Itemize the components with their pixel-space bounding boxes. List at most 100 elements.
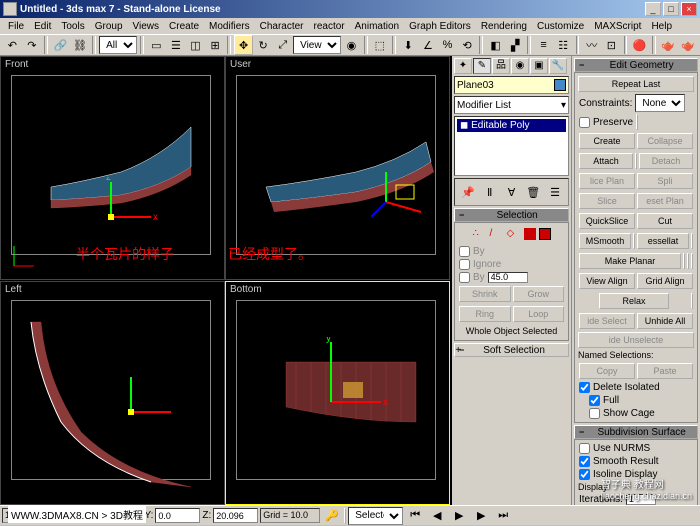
tab-create-icon[interactable]: ✦ bbox=[454, 58, 472, 74]
menu-character[interactable]: Character bbox=[256, 21, 308, 32]
menu-help[interactable]: Help bbox=[647, 21, 676, 32]
ignore-backfacing-check[interactable] bbox=[459, 259, 470, 270]
viewport-front[interactable]: Front x z 半个瓦片的样子 bbox=[0, 56, 225, 280]
make-planar-button[interactable]: Make Planar bbox=[579, 253, 681, 269]
render-scene-icon[interactable]: 🫖 bbox=[659, 35, 678, 55]
cut-button[interactable]: Cut bbox=[637, 213, 693, 229]
rotate-icon[interactable]: ↻ bbox=[254, 35, 273, 55]
constraints-dropdown[interactable]: None bbox=[635, 94, 685, 112]
next-frame-icon[interactable]: ▶ bbox=[471, 506, 491, 526]
play-icon[interactable]: ▶ bbox=[449, 506, 469, 526]
goto-start-icon[interactable]: ⏮ bbox=[405, 506, 425, 526]
show-cage-check[interactable] bbox=[589, 408, 600, 419]
pin-stack-icon[interactable]: 📌 bbox=[458, 182, 478, 202]
menu-edit[interactable]: Edit bbox=[30, 21, 55, 32]
collapse-button[interactable]: Collapse bbox=[637, 133, 693, 149]
remove-mod-icon[interactable]: 🗑 bbox=[523, 182, 543, 202]
full-check[interactable] bbox=[589, 395, 600, 406]
prev-frame-icon[interactable]: ◀ bbox=[427, 506, 447, 526]
undo-icon[interactable]: ↶ bbox=[3, 35, 22, 55]
view-align-button[interactable]: View Align bbox=[579, 273, 635, 289]
y-coord-input[interactable] bbox=[155, 508, 200, 523]
link-icon[interactable]: 🔗 bbox=[51, 35, 70, 55]
rollout-edit-geometry[interactable]: Edit Geometry bbox=[574, 58, 698, 72]
viewport-bottom[interactable]: Bottom x y bbox=[225, 281, 450, 505]
repeat-last-button[interactable]: Repeat Last bbox=[578, 76, 694, 92]
manipulate-icon[interactable]: ⬚ bbox=[371, 35, 390, 55]
vertex-icon[interactable]: ∴ bbox=[473, 228, 487, 242]
element-icon[interactable] bbox=[539, 228, 551, 240]
configure-icon[interactable]: ☰ bbox=[545, 182, 565, 202]
tab-motion-icon[interactable]: ◉ bbox=[511, 58, 529, 74]
border-icon[interactable]: ◇ bbox=[507, 228, 521, 242]
center-icon[interactable]: ◉ bbox=[342, 35, 361, 55]
hide-unselected-button[interactable]: ide Unselecte bbox=[578, 332, 694, 348]
split-button[interactable]: Spli bbox=[637, 173, 693, 189]
angle-snap-icon[interactable]: ∠ bbox=[419, 35, 438, 55]
rollout-selection[interactable]: Selection bbox=[454, 208, 569, 222]
quickslice-button[interactable]: QuickSlice bbox=[579, 213, 635, 229]
menu-animation[interactable]: Animation bbox=[351, 21, 403, 32]
copy-button[interactable]: Copy bbox=[579, 363, 635, 379]
curve-editor-icon[interactable]: 〰 bbox=[582, 35, 601, 55]
planar-z[interactable]: Z bbox=[691, 253, 693, 269]
named-sel-icon[interactable]: ◧ bbox=[486, 35, 505, 55]
tab-utilities-icon[interactable]: 🔧 bbox=[549, 58, 567, 74]
create-button[interactable]: Create bbox=[579, 133, 635, 149]
msmooth-button[interactable]: MSmooth bbox=[579, 233, 631, 249]
detach-button[interactable]: Detach bbox=[639, 153, 693, 169]
menu-tools[interactable]: Tools bbox=[57, 21, 88, 32]
delete-isolated-check[interactable] bbox=[579, 382, 590, 393]
grid-align-button[interactable]: Grid Align bbox=[637, 273, 693, 289]
loop-button[interactable]: Loop bbox=[513, 306, 565, 322]
make-unique-icon[interactable]: ∀ bbox=[502, 182, 522, 202]
rollout-soft-selection[interactable]: +Soft Selection bbox=[454, 343, 569, 357]
select-name-icon[interactable]: ☰ bbox=[167, 35, 186, 55]
rollout-subdiv[interactable]: Subdivision Surface bbox=[574, 425, 698, 439]
slice-button[interactable]: Slice bbox=[579, 193, 635, 209]
menu-grapheditors[interactable]: Graph Editors bbox=[405, 21, 475, 32]
select-region-icon[interactable]: ◫ bbox=[186, 35, 205, 55]
smooth-result-check[interactable] bbox=[579, 456, 590, 467]
menu-modifiers[interactable]: Modifiers bbox=[205, 21, 254, 32]
minimize-button[interactable]: _ bbox=[645, 2, 661, 16]
keymode-dropdown[interactable]: Selected bbox=[348, 507, 403, 525]
snap-icon[interactable]: ⬇ bbox=[399, 35, 418, 55]
grow-button[interactable]: Grow bbox=[513, 286, 565, 302]
relax-button[interactable]: Relax bbox=[599, 293, 669, 309]
by-vertex-check[interactable] bbox=[459, 246, 470, 257]
spinner-snap-icon[interactable]: ⟲ bbox=[458, 35, 477, 55]
menu-group[interactable]: Group bbox=[91, 21, 127, 32]
modifier-list-dropdown[interactable]: Modifier List▾ bbox=[454, 96, 569, 114]
hide-selected-button[interactable]: ide Select bbox=[579, 313, 635, 329]
attach-button[interactable]: Attach bbox=[579, 153, 633, 169]
layers-icon[interactable]: ☷ bbox=[554, 35, 573, 55]
paste-button[interactable]: Paste bbox=[637, 363, 693, 379]
refcoord-dropdown[interactable]: View bbox=[293, 36, 341, 54]
menu-create[interactable]: Create bbox=[165, 21, 203, 32]
tab-modify-icon[interactable]: ✎ bbox=[473, 58, 491, 74]
menu-customize[interactable]: Customize bbox=[533, 21, 588, 32]
ring-button[interactable]: Ring bbox=[459, 306, 511, 322]
edge-icon[interactable]: / bbox=[490, 228, 504, 242]
object-name-input[interactable]: Plane03 bbox=[454, 76, 569, 94]
planar-y[interactable]: Y bbox=[687, 253, 689, 269]
menu-reactor[interactable]: reactor bbox=[310, 21, 349, 32]
planar-x[interactable]: X bbox=[683, 253, 685, 269]
close-button[interactable]: × bbox=[681, 2, 697, 16]
material-icon[interactable]: 🔴 bbox=[630, 35, 649, 55]
move-icon[interactable]: ✥ bbox=[234, 35, 253, 55]
viewport-left[interactable]: Left bbox=[0, 281, 225, 505]
selection-filter-dropdown[interactable]: All bbox=[99, 36, 137, 54]
mirror-icon[interactable]: ▞ bbox=[506, 35, 525, 55]
z-coord-input[interactable] bbox=[213, 508, 258, 523]
percent-snap-icon[interactable]: % bbox=[438, 35, 457, 55]
use-nurms-check[interactable] bbox=[579, 443, 590, 454]
goto-end-icon[interactable]: ⏭ bbox=[493, 506, 513, 526]
tab-display-icon[interactable]: ▣ bbox=[530, 58, 548, 74]
redo-icon[interactable]: ↷ bbox=[23, 35, 42, 55]
viewport-user[interactable]: User 已经成型了。 bbox=[225, 56, 450, 280]
stack-editable-poly[interactable]: ◼ Editable Poly bbox=[457, 119, 566, 132]
menu-views[interactable]: Views bbox=[129, 21, 164, 32]
tessellate-button[interactable]: essellat bbox=[637, 233, 689, 249]
